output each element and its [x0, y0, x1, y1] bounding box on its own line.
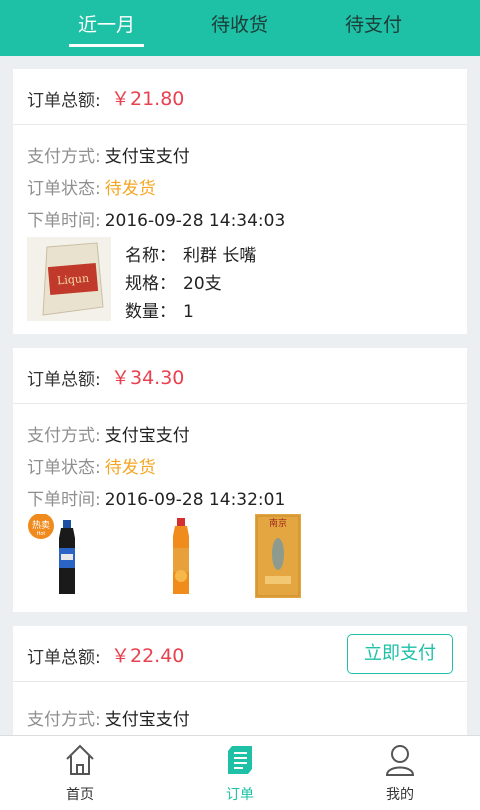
order-card[interactable]: 订单总额: ￥21.80 支付方式: 支付宝支付 订单状态: 待发货 下单时间: 20…	[13, 69, 467, 334]
product-spec-value: 20支	[183, 274, 222, 294]
order-card[interactable]: 订单总额: ￥22.40 立即支付 支付方式: 支付宝支付	[13, 626, 467, 735]
order-status-label: 订单状态:	[27, 458, 101, 478]
nav-home[interactable]: 首页	[0, 736, 160, 810]
order-time-value: 2016-09-28 14:34:03	[104, 211, 286, 231]
order-list[interactable]: 订单总额: ￥21.80 支付方式: 支付宝支付 订单状态: 待发货 下单时间: 20…	[0, 56, 480, 735]
product-image-liqun[interactable]: Liqun	[27, 237, 111, 321]
product-name-label: 名称：	[125, 246, 176, 266]
order-total-value: ￥22.40	[111, 645, 185, 667]
product-image-nanjing-cigarettes[interactable]: 南京	[239, 514, 323, 598]
order-total-label: 订单总额:	[27, 648, 101, 668]
product-name-value: 利群 长嘴	[183, 246, 257, 266]
product-spec-label: 规格：	[125, 274, 176, 294]
payment-method-label: 支付方式:	[27, 426, 101, 446]
liqun-pack-logo: Liqun	[57, 272, 90, 288]
home-icon	[66, 744, 94, 775]
tab-awaiting-payment[interactable]: 待支付	[336, 0, 411, 56]
product-qty-value: 1	[183, 302, 194, 322]
order-status-row: 订单状态: 待发货	[27, 453, 156, 478]
order-card[interactable]: 订单总额: ￥34.30 支付方式: 支付宝支付 订单状态: 待发货 下单时间: 20…	[13, 348, 467, 612]
payment-method-row: 支付方式: 支付宝支付	[27, 142, 190, 167]
order-total-value: ￥21.80	[111, 88, 185, 110]
order-status-label: 订单状态:	[27, 179, 101, 199]
product-image-orange-drink[interactable]	[139, 514, 223, 598]
nanjing-pack-logo: 南京	[269, 517, 287, 529]
active-tab-indicator	[69, 44, 144, 47]
order-time-label: 下单时间:	[27, 211, 101, 231]
order-header: 订单总额: ￥21.80	[13, 69, 467, 125]
product-image-pepsi[interactable]: 热卖 Hot	[27, 513, 111, 598]
payment-method-row: 支付方式: 支付宝支付	[27, 705, 190, 730]
payment-method-value: 支付宝支付	[104, 147, 190, 167]
order-status-row: 订单状态: 待发货	[27, 174, 156, 199]
nav-profile[interactable]: 我的	[320, 736, 480, 810]
pay-now-button[interactable]: 立即支付	[347, 634, 453, 674]
nav-profile-label: 我的	[386, 787, 414, 803]
tab-last-month[interactable]: 近一月	[69, 0, 144, 56]
product-spec-row: 规格： 20支	[125, 269, 222, 294]
order-header: 订单总额: ￥34.30	[13, 348, 467, 404]
order-time-value: 2016-09-28 14:32:01	[104, 490, 286, 510]
product-qty-row: 数量： 1	[125, 297, 194, 322]
hot-badge: 热卖	[32, 519, 50, 531]
order-total-value: ￥34.30	[111, 367, 185, 389]
payment-method-label: 支付方式:	[27, 710, 101, 730]
order-time-row: 下单时间: 2016-09-28 14:32:01	[27, 485, 285, 510]
tab-awaiting-receipt[interactable]: 待收货	[202, 0, 277, 56]
nav-home-label: 首页	[66, 787, 94, 803]
bottom-nav: 首页 订单 我的	[0, 735, 480, 810]
payment-method-label: 支付方式:	[27, 147, 101, 167]
order-time-row: 下单时间: 2016-09-28 14:34:03	[27, 206, 285, 231]
top-tab-bar: 近一月 待收货 待支付	[0, 0, 480, 56]
payment-method-value: 支付宝支付	[104, 426, 190, 446]
payment-method-value: 支付宝支付	[104, 710, 190, 730]
order-status-value: 待发货	[104, 458, 156, 478]
order-status-value: 待发货	[104, 179, 156, 199]
user-icon	[385, 745, 415, 776]
order-icon	[228, 746, 252, 774]
order-total-label: 订单总额:	[27, 91, 101, 111]
order-total-label: 订单总额:	[27, 370, 101, 390]
order-time-label: 下单时间:	[27, 490, 101, 510]
hot-badge-sub: Hot	[37, 531, 46, 537]
product-name-row: 名称： 利群 长嘴	[125, 241, 256, 266]
payment-method-row: 支付方式: 支付宝支付	[27, 421, 190, 446]
nav-orders-label: 订单	[226, 787, 254, 803]
nav-orders[interactable]: 订单	[160, 736, 320, 810]
product-qty-label: 数量：	[125, 302, 176, 322]
order-header: 订单总额: ￥22.40 立即支付	[13, 626, 467, 682]
